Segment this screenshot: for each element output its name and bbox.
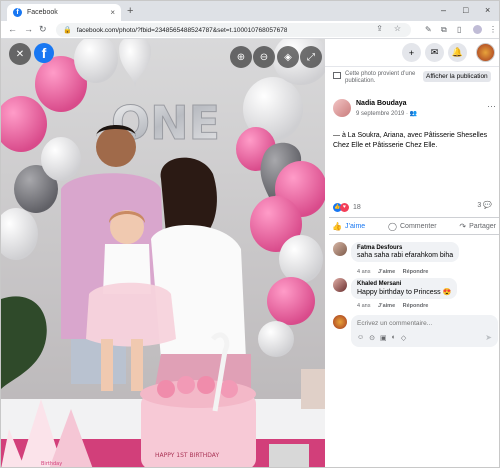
commenter-avatar[interactable]: [333, 278, 347, 292]
composer-tools: ☺ ⊙ ▣ ◐ ◇: [357, 334, 406, 342]
reaction-summary[interactable]: 👍 ♥ 18 3 💬: [333, 201, 498, 213]
commenter-avatar[interactable]: [333, 242, 347, 256]
comment-reply-link[interactable]: Répondre: [403, 303, 429, 309]
address-bar: ← → ↻ 🔒 facebook.com/photo/?fbid=2348565…: [1, 21, 499, 39]
facebook-favicon-icon: f: [13, 8, 22, 17]
audience-friends-icon: 👥: [409, 111, 418, 117]
comment-meta: 4 ans J’aime Répondre: [357, 303, 428, 309]
love-reaction-icon: ♥: [340, 202, 349, 212]
maximize-button[interactable]: □: [463, 5, 468, 15]
comment-like-link[interactable]: J’aime: [378, 303, 395, 309]
notifications-bell-icon[interactable]: 🔔: [448, 43, 467, 62]
publication-notice-text: Cette photo provient d’une publication.: [345, 71, 416, 84]
minimize-button[interactable]: –: [441, 5, 446, 15]
comment-reply-link[interactable]: Répondre: [403, 269, 429, 275]
facebook-logo-icon[interactable]: f: [34, 43, 54, 63]
post-header: Nadia Boudaya 9 septembre 2019 · 👥 ···: [333, 99, 498, 121]
close-window-button[interactable]: ×: [485, 5, 490, 15]
comment-box[interactable]: ☺ ⊙ ▣ ◐ ◇ ➤: [351, 315, 498, 347]
avatar-sticker-icon[interactable]: ◇: [401, 334, 406, 342]
photo-image: ONE HAPPY 1ST BIRTHDAY Birthday: [1, 39, 325, 467]
sidebar-icon[interactable]: ▯: [457, 25, 461, 34]
send-icon[interactable]: ➤: [485, 333, 492, 342]
create-button[interactable]: +: [402, 43, 421, 62]
thumbs-up-icon: 👍: [332, 221, 342, 231]
my-avatar: [333, 315, 347, 329]
author-name[interactable]: Nadia Boudaya: [356, 100, 407, 107]
account-avatar[interactable]: [476, 43, 495, 62]
messenger-icon[interactable]: ✉: [425, 43, 444, 62]
photo-icon: [333, 72, 341, 79]
commenter-name[interactable]: Fatma Desfours: [357, 245, 453, 251]
profile-avatar-icon[interactable]: [473, 25, 482, 34]
zoom-in-button[interactable]: ⊕: [230, 46, 252, 68]
tab-title: Facebook: [27, 9, 58, 16]
puzzle-icon[interactable]: ⧉: [441, 25, 447, 35]
cake-text: HAPPY 1ST BIRTHDAY: [155, 452, 219, 459]
post-actions: 👍 J’aime ◯ Commenter ↷ Partager: [329, 217, 499, 235]
zoom-out-button[interactable]: ⊖: [253, 46, 275, 68]
gif-icon[interactable]: ▣: [380, 334, 387, 342]
tab-close-icon[interactable]: ×: [110, 8, 115, 17]
reload-icon[interactable]: ↻: [39, 24, 47, 35]
post-panel: + ✉ 🔔 Cette photo provient d’une publica…: [325, 39, 499, 467]
commenter-name[interactable]: Khaled Mersani: [357, 281, 451, 287]
like-button[interactable]: 👍 J’aime: [332, 222, 365, 231]
photo-viewer: ONE HAPPY 1ST BIRTHDAY Birthday ✕ f ⊕ ⊖ …: [1, 39, 325, 467]
comment-composer: ☺ ⊙ ▣ ◐ ◇ ➤: [333, 315, 498, 347]
camera-icon[interactable]: ⊙: [369, 334, 375, 342]
comment-text: Happy birthday to Princess 😍: [357, 289, 452, 296]
comment-icon: ◯: [388, 221, 397, 231]
close-viewer-button[interactable]: ✕: [9, 43, 31, 65]
more-options-icon[interactable]: ···: [487, 101, 496, 111]
lock-icon: 🔒: [63, 27, 72, 34]
comment-meta: 4 ans J’aime Répondre: [357, 269, 428, 275]
comment-text: saha saha rabi efarahkom biha: [357, 252, 454, 259]
post-text: — à La Soukra, Ariana, avec Pâtisserie S…: [333, 132, 488, 149]
author-avatar[interactable]: [333, 99, 351, 117]
reaction-count: 18: [353, 203, 361, 211]
extensions-icon[interactable]: ✎: [425, 25, 432, 34]
share-icon: ↷: [459, 221, 467, 231]
tag-photo-button[interactable]: ◈: [277, 46, 299, 68]
comment-bubble-icon: 💬: [483, 202, 492, 209]
panel-topbar: + ✉ 🔔: [325, 39, 499, 67]
forward-arrow-icon[interactable]: →: [24, 24, 33, 34]
new-tab-button[interactable]: +: [127, 5, 133, 17]
menu-dots-icon[interactable]: ⋮: [489, 25, 497, 34]
browser-window: f Facebook × + – □ × ← → ↻ 🔒 facebook.co…: [0, 0, 500, 468]
tab-bar: f Facebook × + – □ ×: [1, 1, 499, 21]
share-page-icon[interactable]: ⇪: [376, 24, 383, 33]
comment-like-link[interactable]: J’aime: [378, 269, 395, 275]
comment-bubble: Fatma Desfours saha saha rabi efarahkom …: [351, 242, 460, 262]
emoji-icon[interactable]: ☺: [357, 334, 364, 342]
bookmark-star-icon[interactable]: ☆: [394, 24, 401, 33]
url-field[interactable]: 🔒 facebook.com/photo/?fbid=2348565488524…: [56, 23, 411, 37]
post-date[interactable]: 9 septembre 2019 · 👥: [356, 110, 417, 117]
comment-bubble: Khaled Mersani Happy birthday to Princes…: [351, 278, 458, 299]
browser-tab[interactable]: f Facebook ×: [7, 4, 121, 21]
comment-input[interactable]: [357, 320, 487, 327]
comment-time[interactable]: 4 ans: [357, 303, 370, 309]
hat-text: Birthday: [41, 461, 62, 467]
comment-time[interactable]: 4 ans: [357, 269, 370, 275]
publication-notice: Cette photo provient d’une publication. …: [333, 71, 498, 85]
comment-button[interactable]: ◯ Commenter: [388, 222, 437, 231]
back-arrow-icon[interactable]: ←: [8, 24, 17, 34]
share-button[interactable]: ↷ Partager: [459, 222, 496, 231]
url-text: facebook.com/photo/?fbid=234856548852478…: [76, 26, 288, 34]
comment-count[interactable]: 3 💬: [477, 201, 492, 209]
fullscreen-button[interactable]: ⤢: [300, 46, 322, 68]
view-publication-button[interactable]: Afficher la publication: [423, 71, 491, 82]
sticker-icon[interactable]: ◐: [392, 334, 396, 342]
